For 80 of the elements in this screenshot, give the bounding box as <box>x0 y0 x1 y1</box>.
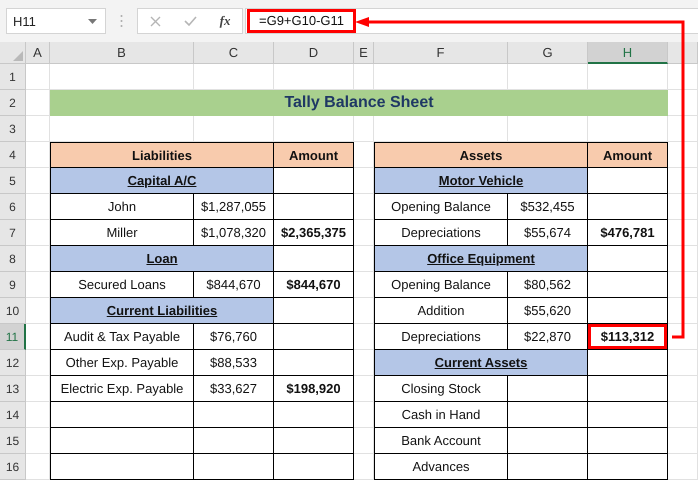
confirm-icon[interactable] <box>184 16 197 26</box>
table-cell: Audit & Tax Payable <box>50 324 194 350</box>
dropdown-caret-icon[interactable] <box>88 18 97 24</box>
table-cell: Advances <box>374 454 508 480</box>
row-header[interactable]: 14 <box>0 402 26 428</box>
table-cell: Secured Loans <box>50 272 194 298</box>
select-all-icon[interactable] <box>13 51 23 61</box>
table-cell: $476,781 <box>588 220 668 246</box>
grip-icon <box>120 14 123 28</box>
table-cell: $1,287,055 <box>194 194 274 220</box>
column-header[interactable]: G <box>508 42 588 64</box>
table-header-cell: Assets <box>374 142 588 168</box>
column-header[interactable]: E <box>354 42 374 64</box>
table-cell: Closing Stock <box>374 376 508 402</box>
row-header[interactable]: 10 <box>0 298 26 324</box>
row-header[interactable]: 11 <box>0 324 26 350</box>
section-heading-cell: Capital A/C <box>50 168 274 194</box>
table-cell: $532,455 <box>508 194 588 220</box>
table-header-cell: Amount <box>588 142 668 168</box>
table-cell: Depreciations <box>374 220 508 246</box>
column-header[interactable]: C <box>194 42 274 64</box>
row-header[interactable]: 7 <box>0 220 26 246</box>
column-header[interactable]: D <box>274 42 354 64</box>
section-heading-cell: Office Equipment <box>374 246 588 272</box>
table-header-cell: Liabilities <box>50 142 274 168</box>
empty-sheet-cell[interactable] <box>668 64 698 90</box>
table-cell: Depreciations <box>374 324 508 350</box>
row-header[interactable]: 1 <box>0 64 26 90</box>
table-cell: Bank Account <box>374 428 508 454</box>
row-header[interactable]: 6 <box>0 194 26 220</box>
table-cell: $33,627 <box>194 376 274 402</box>
row-header[interactable]: 13 <box>0 376 26 402</box>
column-header[interactable]: H <box>588 42 668 64</box>
formula-field[interactable]: =G9+G10-G11 <box>245 8 698 34</box>
row-header[interactable]: 3 <box>0 116 26 142</box>
name-box[interactable]: H11 <box>6 8 106 34</box>
section-heading-cell: Motor Vehicle <box>374 168 588 194</box>
table-cell: Other Exp. Payable <box>50 350 194 376</box>
table-cell: $80,562 <box>508 272 588 298</box>
cancel-icon[interactable] <box>150 16 161 26</box>
sheet-title: Tally Balance Sheet <box>50 90 668 116</box>
table-cell: $76,760 <box>194 324 274 350</box>
empty-sheet-cell[interactable] <box>668 116 698 142</box>
table-cell: Cash in Hand <box>374 402 508 428</box>
table-cell: $22,870 <box>508 324 588 350</box>
table-cell: Miller <box>50 220 194 246</box>
row-header[interactable]: 12 <box>0 350 26 376</box>
section-heading-cell: Current Assets <box>374 350 588 376</box>
empty-sheet-cell[interactable] <box>354 116 374 142</box>
column-header[interactable]: F <box>374 42 508 64</box>
row-header[interactable]: 8 <box>0 246 26 272</box>
table-cell: John <box>50 194 194 220</box>
row-header[interactable]: 5 <box>0 168 26 194</box>
table-cell: Electric Exp. Payable <box>50 376 194 402</box>
table-cell: $55,674 <box>508 220 588 246</box>
row-header[interactable]: 4 <box>0 142 26 168</box>
column-header[interactable] <box>668 42 698 64</box>
row-header[interactable]: 16 <box>0 454 26 480</box>
table-cell: $2,365,375 <box>274 220 354 246</box>
table-cell: $88,533 <box>194 350 274 376</box>
empty-sheet-cell[interactable] <box>26 116 50 142</box>
table-cell: Addition <box>374 298 508 324</box>
column-header[interactable]: B <box>50 42 194 64</box>
table-cell: Opening Balance <box>374 194 508 220</box>
table-cell: $113,312 <box>588 324 668 350</box>
section-heading-cell: Loan <box>50 246 274 272</box>
row-header[interactable]: 9 <box>0 272 26 298</box>
insert-function-button[interactable]: fx <box>220 13 230 29</box>
table-cell: $1,078,320 <box>194 220 274 246</box>
formula-text: =G9+G10-G11 <box>247 9 356 33</box>
section-heading-cell: Current Liabilities <box>50 298 274 324</box>
table-cell: Opening Balance <box>374 272 508 298</box>
row-header[interactable]: 2 <box>0 90 26 116</box>
table-cell: $844,670 <box>194 272 274 298</box>
table-cell: $198,920 <box>274 376 354 402</box>
table-cell: $55,620 <box>508 298 588 324</box>
table-header-cell: Amount <box>274 142 354 168</box>
column-header[interactable]: A <box>26 42 50 64</box>
table-cell: $844,670 <box>274 272 354 298</box>
row-header[interactable]: 15 <box>0 428 26 454</box>
